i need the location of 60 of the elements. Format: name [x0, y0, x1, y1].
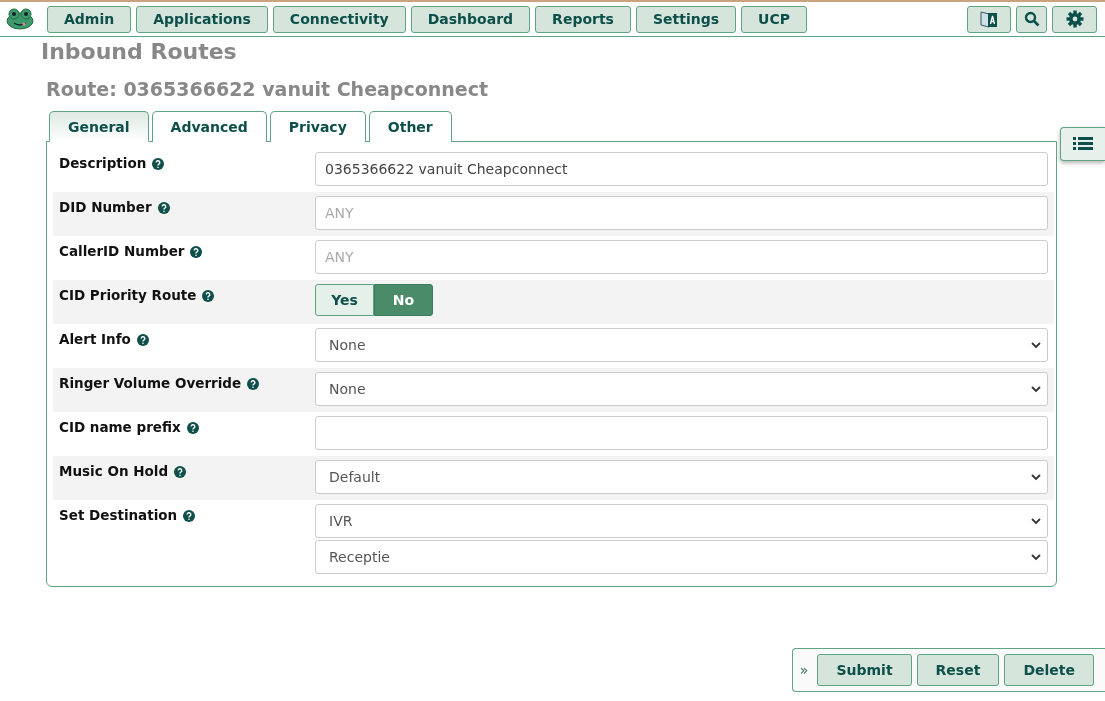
help-icon — [152, 158, 165, 170]
settings-icon — [1065, 10, 1084, 28]
help-icon — [202, 290, 215, 302]
route-heading: Route: 0365366622 vanuit Cheapconnect — [46, 78, 490, 100]
tab[interactable]: Advanced — [151, 111, 267, 142]
select-field[interactable]: Receptie — [315, 540, 1048, 574]
chevron-down-icon — [1031, 341, 1041, 349]
help-icon — [247, 378, 260, 390]
select-field[interactable]: Default — [315, 460, 1048, 494]
nav-menu-button[interactable]: UCP — [741, 5, 807, 33]
search-button[interactable] — [1016, 5, 1047, 33]
side-menu-button[interactable] — [1060, 127, 1105, 161]
nav-menu-button[interactable]: Connectivity — [272, 5, 406, 33]
select-field[interactable]: None — [315, 328, 1048, 362]
field-label: Alert Info — [59, 331, 131, 347]
toggle-option[interactable]: No — [374, 284, 433, 316]
text-field[interactable]: 0365366622 vanuit Cheapconnect — [315, 152, 1048, 186]
field-label: CallerID Number — [59, 243, 185, 259]
help-icon — [157, 202, 170, 214]
action-button[interactable]: Delete — [1004, 654, 1094, 686]
help-icon — [186, 422, 199, 434]
field-label: Music On Hold — [59, 463, 169, 479]
tab[interactable]: Privacy — [269, 111, 366, 142]
nav-menu-button[interactable]: Applications — [136, 5, 268, 33]
text-field[interactable]: ANY — [315, 196, 1048, 230]
language-button[interactable] — [967, 5, 1011, 33]
nav-menu-button[interactable]: Admin — [47, 5, 132, 33]
text-field[interactable] — [315, 416, 1048, 450]
action-button[interactable]: Submit — [817, 654, 912, 686]
field-label: CID name prefix — [59, 419, 181, 435]
help-icon — [190, 246, 203, 258]
help-icon — [174, 466, 187, 478]
field-label: Ringer Volume Override — [59, 375, 242, 391]
nav-menu-button[interactable]: Reports — [535, 5, 631, 33]
chevron-down-icon — [1031, 517, 1041, 525]
frog-logo-icon[interactable] — [6, 8, 34, 30]
select-field[interactable]: None — [315, 372, 1048, 406]
field-label: CID Priority Route — [59, 287, 197, 303]
chevron-down-icon — [1031, 385, 1041, 393]
collapse-toggle[interactable]: » — [799, 662, 809, 678]
field-label: Description — [59, 155, 147, 171]
help-icon — [183, 510, 196, 522]
nav-menu-button[interactable]: Settings — [635, 5, 737, 33]
chevron-down-icon — [1031, 473, 1041, 481]
field-label: DID Number — [59, 199, 152, 215]
text-field[interactable]: ANY — [315, 240, 1048, 274]
toggle-option[interactable]: Yes — [315, 284, 374, 316]
chevron-down-icon — [1031, 553, 1041, 561]
tab[interactable]: General — [49, 111, 149, 142]
settings-button[interactable] — [1052, 5, 1097, 33]
translate-icon — [979, 9, 999, 29]
select-field[interactable]: IVR — [315, 504, 1048, 538]
field-label: Set Destination — [59, 507, 178, 523]
nav-menu-button[interactable]: Dashboard — [410, 5, 531, 33]
list-icon — [1073, 136, 1093, 152]
page-title: Inbound Routes — [41, 39, 238, 64]
action-button[interactable]: Reset — [916, 654, 1000, 686]
help-icon — [136, 334, 149, 346]
search-icon — [1023, 11, 1040, 27]
tab[interactable]: Other — [368, 111, 452, 142]
